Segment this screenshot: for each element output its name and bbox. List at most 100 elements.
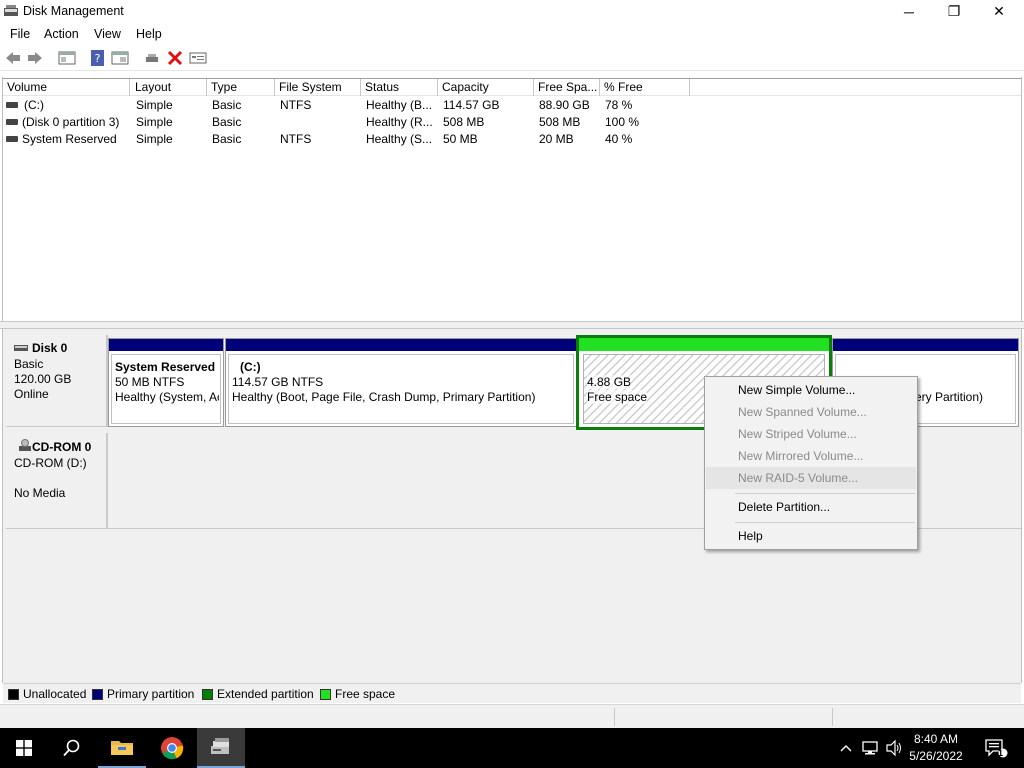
- menu-item-new-spanned-volume[interactable]: New Spanned Volume...: [706, 401, 916, 423]
- cell-capacity: 114.57 GB: [443, 98, 500, 112]
- legend-swatch-unallocated: [8, 689, 19, 700]
- column-file-system[interactable]: File System: [275, 79, 361, 96]
- partition-size: 50 MB NTFS: [115, 375, 185, 389]
- menu-help[interactable]: Help: [136, 27, 162, 41]
- cell-status: Healthy (S...: [366, 132, 433, 146]
- menu-action[interactable]: Action: [44, 27, 79, 41]
- menu-item-help[interactable]: Help: [706, 525, 916, 547]
- taskbar-chrome[interactable]: [148, 728, 196, 768]
- pane-splitter[interactable]: [0, 321, 1024, 329]
- partition-status: ery Partition): [915, 390, 984, 404]
- partition-body: [228, 354, 574, 424]
- taskbar-file-explorer[interactable]: [98, 728, 146, 768]
- cdrom-media: No Media: [14, 486, 66, 500]
- menu-bar: File Action View Help: [0, 23, 1024, 45]
- action-center-button[interactable]: 1: [976, 728, 1016, 768]
- delete-icon[interactable]: [166, 50, 184, 66]
- disk-icon: [14, 345, 28, 351]
- menu-item-new-raid5-volume[interactable]: New RAID-5 Volume...: [706, 467, 916, 489]
- cell-percent-free: 100 %: [605, 115, 640, 129]
- partition-system-reserved[interactable]: System Reserved 50 MB NTFS Healthy (Syst…: [108, 338, 224, 427]
- minimize-button[interactable]: ─: [886, 0, 932, 23]
- disk-0-label[interactable]: Disk 0 Basic 120.00 GB Online: [6, 335, 108, 427]
- menu-separator: [735, 493, 915, 494]
- disk-state: Online: [14, 387, 49, 401]
- column-percent-free[interactable]: % Free: [600, 79, 690, 96]
- start-button[interactable]: [0, 728, 48, 768]
- table-row[interactable]: (Disk 0 partition 3) Simple Basic Health…: [3, 114, 1021, 131]
- toolbar: ?: [0, 45, 1024, 71]
- window-title: Disk Management: [23, 4, 124, 18]
- partition-c-drive[interactable]: (C:) 114.57 GB NTFS Healthy (Boot, Page …: [225, 338, 577, 427]
- column-free-space[interactable]: Free Spa...: [534, 79, 600, 96]
- cell-free-space: 508 MB: [539, 115, 581, 129]
- legend-swatch-extended: [202, 689, 213, 700]
- cell-file-system: NTFS: [280, 98, 312, 112]
- cdrom-type: CD-ROM (D:): [14, 456, 87, 470]
- cdrom-0-label[interactable]: CD-ROM 0 CD-ROM (D:) No Media: [6, 433, 108, 529]
- network-button[interactable]: [860, 728, 882, 768]
- menu-view[interactable]: View: [94, 27, 121, 41]
- minimize-icon: ─: [904, 3, 914, 20]
- back-icon[interactable]: [4, 50, 22, 66]
- disk-management-app-icon: [4, 5, 18, 16]
- cell-percent-free: 78 %: [605, 98, 633, 112]
- clock-date: 5/26/2022: [909, 749, 963, 763]
- table-row[interactable]: System Reserved Simple Basic NTFS Health…: [3, 131, 1021, 148]
- taskbar-disk-management[interactable]: [197, 728, 245, 768]
- forward-icon[interactable]: [26, 50, 44, 66]
- free-space-label: Free space: [587, 390, 648, 404]
- cell-volume: System Reserved: [22, 132, 117, 146]
- properties-icon[interactable]: [111, 50, 129, 66]
- start-icon: [16, 740, 32, 756]
- cell-capacity: 508 MB: [443, 115, 485, 129]
- menu-item-new-simple-volume[interactable]: New Simple Volume...: [706, 379, 916, 401]
- column-volume[interactable]: Volume: [3, 79, 130, 96]
- cell-free-space: 88.90 GB: [539, 98, 590, 112]
- show-hidden-icons-button[interactable]: [836, 728, 856, 768]
- free-space-size: 4.88 GB: [587, 375, 632, 389]
- status-divider: [614, 708, 615, 726]
- search-button[interactable]: [48, 728, 96, 768]
- file-explorer-icon: [111, 741, 133, 755]
- volume-button[interactable]: [884, 728, 906, 768]
- restore-button[interactable]: ❐: [931, 0, 977, 23]
- chevron-up-icon: [840, 745, 852, 752]
- legend-swatch-primary: [92, 689, 103, 700]
- menu-item-delete-partition[interactable]: Delete Partition...: [706, 496, 916, 518]
- legend: Unallocated Primary partition Extended p…: [3, 683, 1021, 703]
- partition-status: Healthy (Boot, Page File, Crash Dump, Pr…: [232, 390, 536, 404]
- notification-count: 1: [998, 748, 1004, 758]
- table-row[interactable]: (C:) Simple Basic NTFS Healthy (B... 114…: [3, 97, 1021, 114]
- volume-icon: [6, 102, 18, 108]
- legend-label: Primary partition: [107, 687, 195, 701]
- cell-layout: Simple: [136, 98, 173, 112]
- menu-item-new-mirrored-volume[interactable]: New Mirrored Volume...: [706, 445, 916, 467]
- close-button[interactable]: ✕: [976, 0, 1022, 23]
- connect-icon[interactable]: [143, 50, 161, 66]
- clock-time: 8:40 AM: [913, 732, 959, 746]
- disk-size: 120.00 GB: [14, 372, 72, 386]
- primary-partition-bar: [109, 339, 223, 351]
- cell-status: Healthy (R...: [366, 115, 433, 129]
- menu-file[interactable]: File: [10, 27, 30, 41]
- column-capacity[interactable]: Capacity: [438, 79, 534, 96]
- column-status[interactable]: Status: [361, 79, 438, 96]
- column-type[interactable]: Type: [207, 79, 275, 96]
- cell-status: Healthy (B...: [366, 98, 433, 112]
- help-icon[interactable]: ?: [89, 50, 107, 66]
- legend-label: Free space: [335, 687, 396, 701]
- menu-item-new-striped-volume[interactable]: New Striped Volume...: [706, 423, 916, 445]
- column-layout[interactable]: Layout: [131, 79, 207, 96]
- context-menu: New Simple Volume... New Spanned Volume.…: [704, 376, 918, 550]
- speaker-icon: [886, 740, 901, 756]
- partition-size: 114.57 GB NTFS: [232, 375, 324, 389]
- primary-partition-bar: [226, 339, 576, 351]
- close-icon: ✕: [993, 3, 1005, 19]
- legend-swatch-free: [320, 689, 331, 700]
- cell-volume: (Disk 0 partition 3): [22, 115, 120, 129]
- console-tree-icon[interactable]: [58, 50, 76, 66]
- settings-icon[interactable]: [189, 50, 207, 66]
- cell-capacity: 50 MB: [443, 132, 478, 146]
- cell-type: Basic: [212, 115, 242, 129]
